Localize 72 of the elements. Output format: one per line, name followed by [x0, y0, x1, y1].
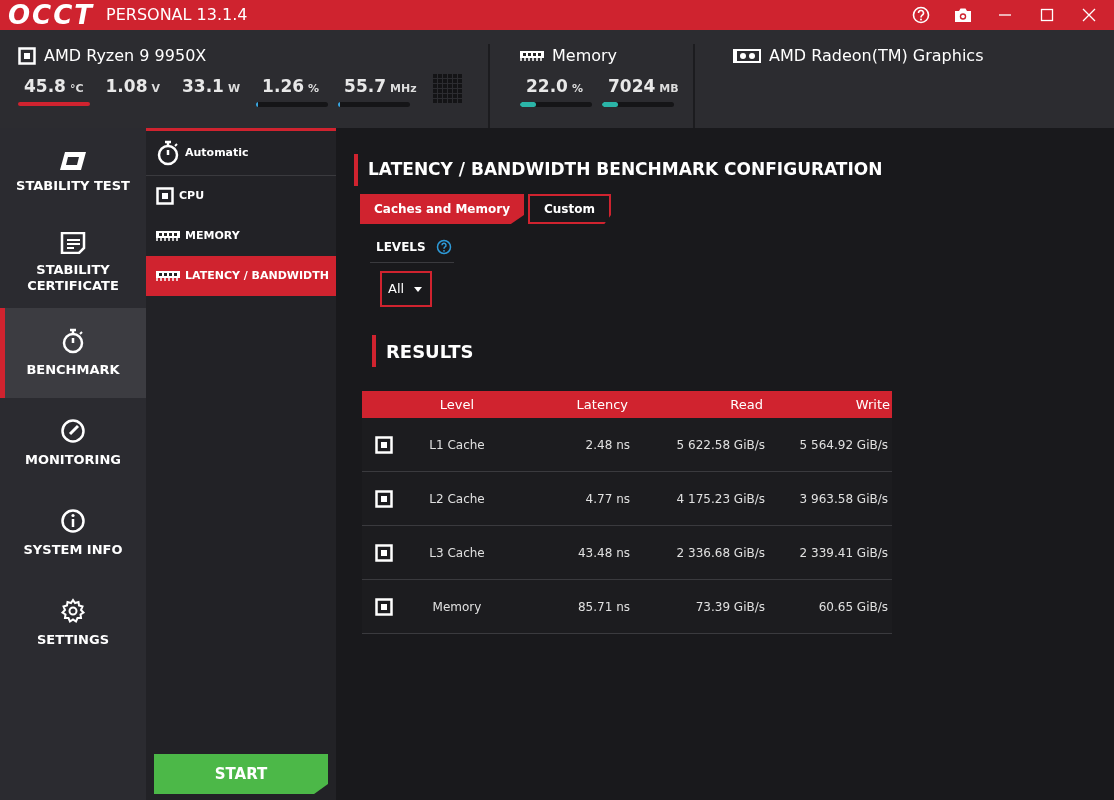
table-cell-text: 4.77 ns	[584, 490, 630, 508]
close-icon[interactable]	[1080, 6, 1098, 24]
sensor-unit: V	[151, 81, 160, 97]
sensor-unit: %	[571, 81, 583, 97]
stability-icon	[60, 152, 86, 170]
caret-icon	[414, 286, 423, 292]
sensor-unit: °C	[69, 81, 84, 97]
settings-icon	[60, 598, 86, 624]
column-header: Latency	[575, 395, 629, 414]
ram-icon	[156, 270, 180, 282]
column-header: Write	[854, 395, 891, 414]
table-cell-text: 2.48 ns	[584, 436, 630, 454]
table-cell-text: L3 Cache	[428, 544, 486, 562]
activity-grid	[432, 74, 462, 103]
sensor-unit: MHz	[390, 81, 417, 97]
chip-icon	[375, 597, 393, 616]
gpu-name: AMD Radeon(TM) Graphics	[769, 45, 984, 67]
column-header: Level	[438, 395, 476, 414]
sensor-value: 55.7	[344, 75, 387, 98]
chip-icon	[375, 489, 393, 508]
graphics-card-icon	[733, 48, 761, 64]
memory-name: Memory	[552, 45, 618, 67]
cpu-name: AMD Ryzen 9 9950X	[44, 45, 207, 67]
nav-item[interactable]: BENCHMARK	[0, 308, 146, 398]
table-cell-text: 5 564.92 GiB/s	[798, 436, 889, 454]
help-icon	[435, 239, 452, 255]
column-header: Read	[729, 395, 764, 414]
sensor-value: 1.08	[105, 75, 148, 98]
tab[interactable]: Caches and Memory	[360, 194, 524, 224]
chip-icon	[156, 187, 174, 205]
tab[interactable]: Custom	[528, 194, 611, 224]
chip-icon	[375, 435, 393, 454]
window-title: PERSONAL 13.1.4	[106, 4, 248, 26]
sensor-value: 33.1	[182, 75, 224, 98]
submenu-item[interactable]: LATENCY / BANDWIDTH	[146, 256, 336, 296]
sensor-unit: W	[227, 81, 241, 97]
stopwatch-icon	[156, 140, 180, 166]
table-cell-text: 43.48 ns	[576, 544, 630, 562]
app-logo: OCCT	[8, 2, 94, 28]
stopwatch-icon	[61, 328, 85, 354]
info-icon	[60, 508, 86, 534]
table-cell-text: 3 963.58 GiB/s	[798, 490, 889, 508]
maximize-icon[interactable]	[1038, 6, 1056, 24]
levels-dropdown[interactable]: All	[380, 271, 432, 307]
table-cell-text: 4 175.23 GiB/s	[675, 490, 765, 508]
sensor-value: 45.8	[24, 75, 66, 98]
sensor-unit: %	[308, 81, 320, 97]
table-cell-text: 73.39 GiB/s	[694, 598, 765, 616]
chip-icon	[375, 543, 393, 562]
camera-icon[interactable]	[954, 6, 972, 24]
sensor-value: 7024	[608, 75, 656, 98]
table-cell-text: 60.65 GiB/s	[817, 598, 889, 616]
ram-icon	[520, 50, 544, 62]
table-cell-text: L2 Cache	[428, 490, 486, 508]
sensor-value: 1.26	[262, 75, 305, 98]
sensor-unit: MB	[659, 81, 679, 97]
help-icon[interactable]	[912, 6, 930, 24]
table-cell-text: L1 Cache	[428, 436, 486, 454]
temperature-underline	[18, 102, 90, 106]
table-cell-text: 2 339.41 GiB/s	[798, 544, 889, 562]
table-cell-text: 85.71 ns	[576, 598, 630, 616]
section-title: LATENCY / BANDWIDTH BENCHMARK CONFIGURATION	[368, 158, 883, 182]
ram-icon	[156, 230, 180, 242]
chip-icon	[18, 47, 36, 65]
document-icon	[59, 232, 87, 254]
table-cell-text: 2 336.68 GiB/s	[675, 544, 765, 562]
table-cell-text: Memory	[431, 598, 483, 616]
gauge-icon	[60, 418, 86, 444]
table-cell-text: 5 622.58 GiB/s	[675, 436, 765, 454]
sensor-value: 22.0	[526, 75, 568, 98]
levels-label: LEVELS	[376, 239, 426, 256]
results-title: RESULTS	[386, 339, 474, 364]
